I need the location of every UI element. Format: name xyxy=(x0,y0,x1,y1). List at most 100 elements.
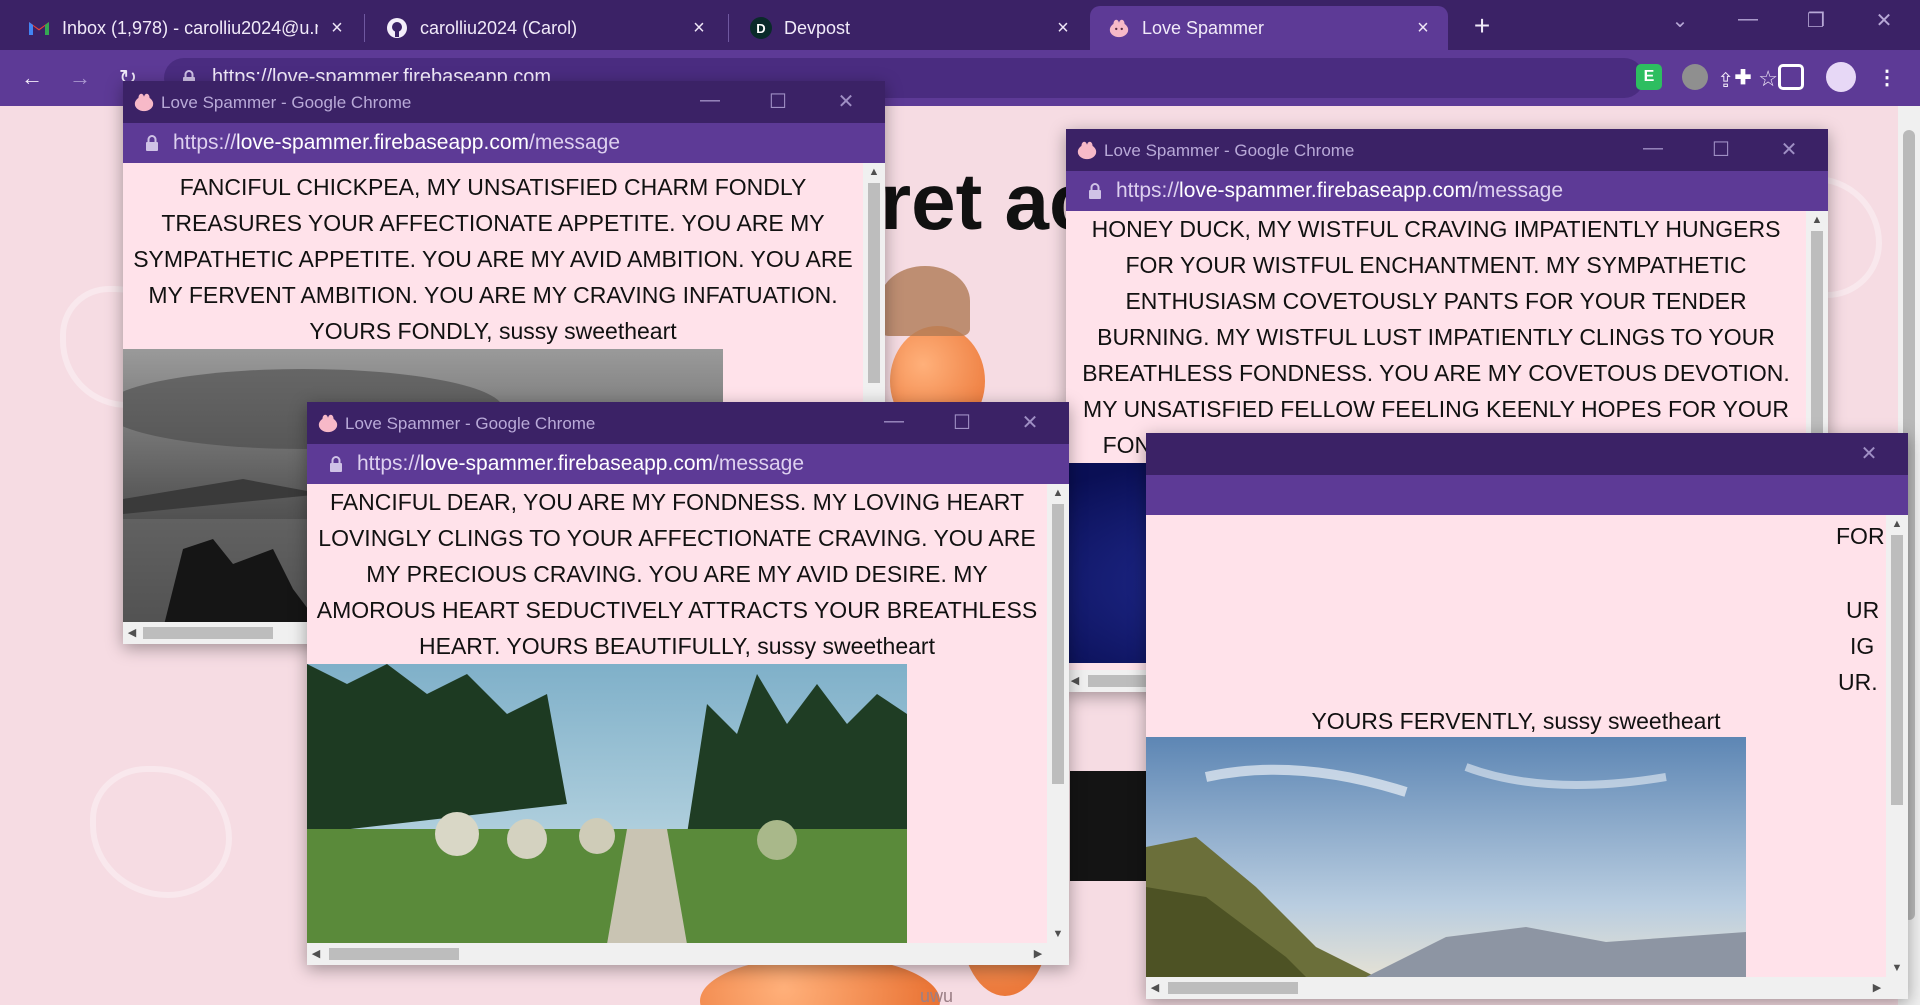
maximize-icon[interactable]: ☐ xyxy=(947,410,977,435)
side-panel-icon[interactable] xyxy=(1778,64,1804,90)
message-fragment: FOR xyxy=(1836,523,1885,549)
tab-search-icon[interactable]: ⌄ xyxy=(1660,8,1700,33)
tab-love-spammer[interactable]: Love Spammer × xyxy=(1090,6,1448,50)
popup-window[interactable]: ✕ FOR UR IG UR. YOURS FERVENTLY, sussy s… xyxy=(1146,433,1908,999)
maximize-icon[interactable]: ☐ xyxy=(1706,137,1736,162)
love-message: FANCIFUL DEAR, YOU ARE MY FONDNESS. MY L… xyxy=(316,489,1038,659)
popup-content: FOR UR IG UR. YOURS FERVENTLY, sussy swe… xyxy=(1146,515,1886,977)
popup-window[interactable]: Love Spammer - Google Chrome — ☐ ✕ https… xyxy=(307,402,1069,965)
url-path: /message xyxy=(713,452,805,475)
lock-icon xyxy=(1089,183,1101,199)
close-icon[interactable]: ✕ xyxy=(1774,137,1804,162)
url-scheme: https:// xyxy=(173,131,237,154)
message-fragment: UR. xyxy=(1838,669,1878,695)
forest-path-photo xyxy=(307,664,907,943)
url-path: /message xyxy=(1472,179,1564,202)
devpost-icon: D xyxy=(750,17,772,39)
love-spammer-icon xyxy=(318,414,338,433)
popup-title-bar[interactable]: Love Spammer - Google Chrome — ☐ ✕ xyxy=(123,81,885,123)
popup-vertical-scrollbar[interactable]: ▲ ▼ xyxy=(1047,484,1069,943)
new-tab-button[interactable]: + xyxy=(1468,12,1496,40)
close-icon[interactable]: × xyxy=(1412,17,1434,39)
love-spammer-icon xyxy=(1077,141,1097,160)
close-icon[interactable]: ✕ xyxy=(831,89,861,114)
minimize-icon[interactable]: — xyxy=(1728,8,1768,31)
popup-vertical-scrollbar[interactable]: ▲ ▼ xyxy=(1886,515,1908,977)
url-path: /message xyxy=(529,131,621,154)
scroll-down-arrow[interactable]: ▼ xyxy=(1047,925,1069,943)
url-host: love-spammer.firebaseapp.com xyxy=(1179,179,1472,202)
scroll-thumb[interactable] xyxy=(1052,504,1064,784)
popup-url: https://love-spammer.firebaseapp.com/mes… xyxy=(173,131,620,155)
popup-title: Love Spammer - Google Chrome xyxy=(1104,141,1355,160)
url-host: love-spammer.firebaseapp.com xyxy=(420,452,713,475)
scroll-up-arrow[interactable]: ▲ xyxy=(863,163,885,181)
tab-gmail[interactable]: Inbox (1,978) - carolliu2024@u.n × xyxy=(10,6,362,50)
popup-url-bar xyxy=(1146,475,1908,515)
close-icon[interactable]: × xyxy=(1052,17,1074,39)
lock-icon xyxy=(146,135,158,151)
scroll-right-arrow[interactable]: ▶ xyxy=(1029,943,1047,965)
tab-github[interactable]: carolliu2024 (Carol) × xyxy=(368,6,724,50)
close-icon[interactable]: × xyxy=(326,17,348,39)
extensions-puzzle-icon[interactable]: ✚ xyxy=(1730,64,1756,90)
popup-url-bar: https://love-spammer.firebaseapp.com/mes… xyxy=(307,444,1069,484)
evernote-extension-icon[interactable]: E xyxy=(1636,64,1662,90)
minimize-icon[interactable]: — xyxy=(879,410,909,433)
scroll-left-arrow[interactable]: ◀ xyxy=(1146,977,1164,999)
love-message: YOURS FERVENTLY, sussy sweetheart xyxy=(1311,708,1721,734)
love-message: HONEY DUCK, MY WISTFUL CRAVING IMPATIENT… xyxy=(1082,216,1790,458)
mountain-valley-photo xyxy=(1146,737,1746,977)
gmail-icon xyxy=(28,17,50,39)
scroll-up-arrow[interactable]: ▲ xyxy=(1886,515,1908,533)
scroll-down-arrow[interactable]: ▼ xyxy=(1886,959,1908,977)
cookie-extension-icon[interactable] xyxy=(1682,64,1708,90)
bookmark-star-icon[interactable]: ☆ xyxy=(1758,66,1778,92)
back-icon[interactable]: ← xyxy=(18,64,46,92)
tab-divider xyxy=(728,14,729,42)
scroll-up-arrow[interactable]: ▲ xyxy=(1047,484,1069,502)
menu-icon[interactable]: ⋮ xyxy=(1874,64,1900,90)
close-icon[interactable]: ✕ xyxy=(1015,410,1045,435)
page-footer-text: uwu xyxy=(920,986,954,1005)
scroll-up-arrow[interactable]: ▲ xyxy=(1806,211,1828,229)
close-icon[interactable]: × xyxy=(688,17,710,39)
scroll-thumb[interactable] xyxy=(868,183,880,383)
scroll-thumb[interactable] xyxy=(329,948,459,960)
scroll-right-arrow[interactable]: ▶ xyxy=(1868,977,1886,999)
url-scheme: https:// xyxy=(1116,179,1180,202)
minimize-icon[interactable]: — xyxy=(1638,137,1668,160)
popup-url: https://love-spammer.firebaseapp.com/mes… xyxy=(357,452,804,476)
popup-title-bar[interactable]: ✕ xyxy=(1146,433,1908,475)
tab-label: Devpost xyxy=(784,17,851,38)
maximize-icon[interactable]: ☐ xyxy=(763,89,793,114)
page-dark-panel xyxy=(1070,771,1150,881)
close-window-icon[interactable]: ✕ xyxy=(1864,8,1904,33)
popup-url: https://love-spammer.firebaseapp.com/mes… xyxy=(1116,179,1563,203)
lock-icon xyxy=(330,456,342,472)
popup-title-bar[interactable]: Love Spammer - Google Chrome — ☐ ✕ xyxy=(307,402,1069,444)
forward-icon[interactable]: → xyxy=(66,64,94,92)
witch-hat xyxy=(880,266,970,336)
popup-horizontal-scrollbar[interactable]: ◀ ▶ xyxy=(1146,977,1908,999)
close-icon[interactable]: ✕ xyxy=(1854,441,1884,466)
scroll-thumb[interactable] xyxy=(1891,535,1903,805)
restore-icon[interactable]: ❐ xyxy=(1796,8,1836,33)
love-message: FANCIFUL CHICKPEA, MY UNSATISFIED CHARM … xyxy=(133,174,853,344)
minimize-icon[interactable]: — xyxy=(695,89,725,112)
url-host: love-spammer.firebaseapp.com xyxy=(236,131,529,154)
popup-horizontal-scrollbar[interactable]: ◀ ▶ xyxy=(307,943,1069,965)
popup-title-bar[interactable]: Love Spammer - Google Chrome — ☐ ✕ xyxy=(1066,129,1828,171)
scroll-left-arrow[interactable]: ◀ xyxy=(123,622,141,644)
scroll-thumb[interactable] xyxy=(143,627,273,639)
popup-content: FANCIFUL DEAR, YOU ARE MY FONDNESS. MY L… xyxy=(307,484,1047,943)
love-spammer-icon xyxy=(134,93,154,112)
scroll-left-arrow[interactable]: ◀ xyxy=(307,943,325,965)
scroll-thumb[interactable] xyxy=(1168,982,1298,994)
love-spammer-icon xyxy=(1108,17,1130,39)
popup-title: Love Spammer - Google Chrome xyxy=(345,414,596,433)
popup-title: Love Spammer - Google Chrome xyxy=(161,93,412,112)
avatar[interactable] xyxy=(1826,62,1856,92)
tab-devpost[interactable]: D Devpost × xyxy=(732,6,1088,50)
message-fragment: IG xyxy=(1850,633,1875,659)
